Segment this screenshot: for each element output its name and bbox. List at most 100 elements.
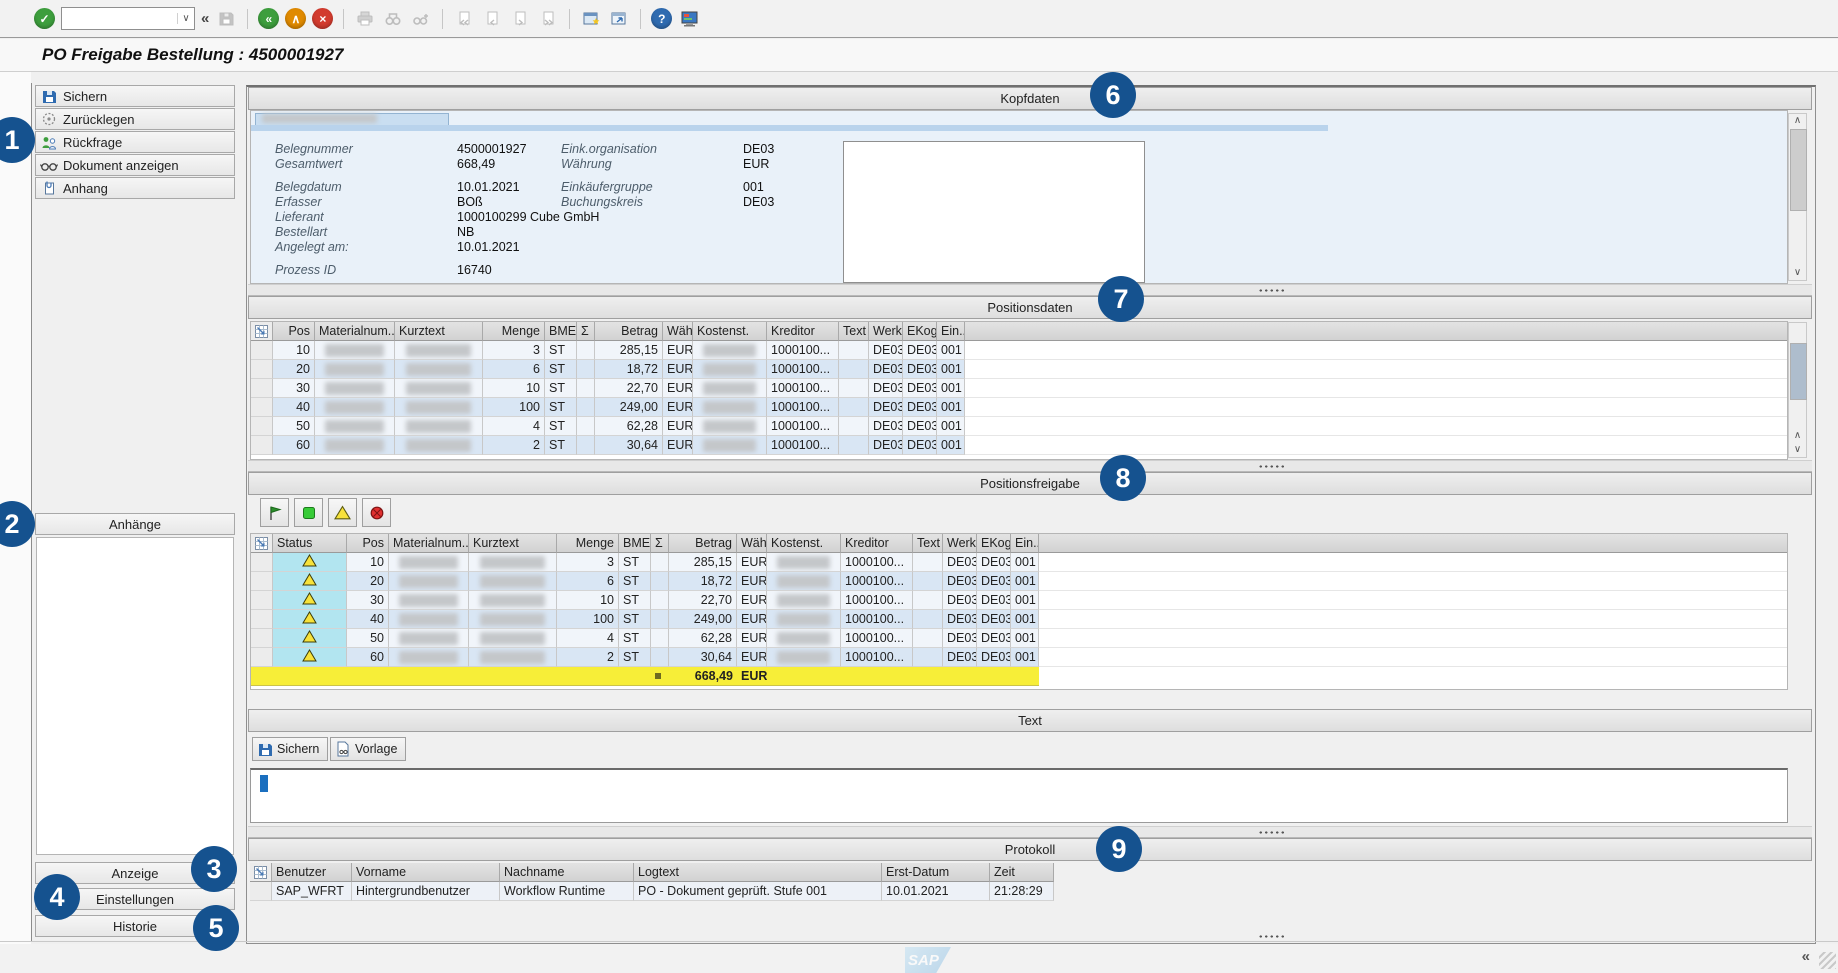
positionsdaten-scrollbar[interactable]: ∧ ∨ xyxy=(1788,322,1807,458)
customize-local-layout-icon[interactable] xyxy=(678,8,700,30)
back-icon[interactable]: « xyxy=(258,8,279,29)
column-header[interactable]: BME xyxy=(545,322,577,341)
table-row[interactable]: 3010ST22,70EUR1000100...DE03DE03001 xyxy=(251,379,1787,398)
cancel-icon[interactable]: × xyxy=(312,8,333,29)
text-template-button[interactable]: Vorlage xyxy=(330,737,406,761)
chevron-down-icon[interactable]: ∨ xyxy=(177,13,194,24)
column-header[interactable]: Pos xyxy=(347,534,389,553)
command-field[interactable]: ∨ xyxy=(61,7,195,30)
table-row[interactable]: 103ST285,15EUR1000100...DE03DE03001 xyxy=(251,553,1787,572)
column-header[interactable]: Text xyxy=(913,534,943,553)
column-header[interactable]: Benutzer xyxy=(272,863,352,882)
row-select-cell[interactable] xyxy=(251,629,273,648)
column-header[interactable]: Kreditor xyxy=(841,534,913,553)
column-header[interactable]: Kostenst. xyxy=(693,322,767,341)
column-header[interactable]: Kostenst. xyxy=(767,534,841,553)
table-row[interactable]: 40100ST249,00EUR1000100...DE03DE03001 xyxy=(251,610,1787,629)
column-header[interactable]: Text xyxy=(839,322,869,341)
select-all-icon[interactable] xyxy=(251,534,273,553)
column-header[interactable]: Vorname xyxy=(352,863,500,882)
collapse-toolbar-icon[interactable]: « xyxy=(201,10,209,27)
table-row[interactable]: 206ST18,72EUR1000100...DE03DE03001 xyxy=(251,572,1787,591)
column-header[interactable]: EKog xyxy=(903,322,937,341)
sidebar-button-sichern[interactable]: Sichern xyxy=(35,85,235,107)
column-header[interactable]: Betrag xyxy=(669,534,737,553)
table-row[interactable]: 504ST62,28EUR1000100...DE03DE03001 xyxy=(251,629,1787,648)
new-session-icon[interactable] xyxy=(580,8,602,30)
cell-pos: 10 xyxy=(347,553,389,572)
column-header[interactable]: Σ xyxy=(577,322,595,341)
resize-grip[interactable] xyxy=(1819,952,1836,969)
table-row[interactable]: 103ST285,15EUR1000100...DE03DE03001 xyxy=(251,341,1787,360)
set-released-icon[interactable] xyxy=(294,498,323,527)
column-header[interactable]: BME xyxy=(619,534,651,553)
splitter-handle[interactable] xyxy=(248,826,1812,838)
table-row[interactable]: 40100ST249,00EUR1000100...DE03DE03001 xyxy=(251,398,1787,417)
column-header[interactable]: Kurztext xyxy=(395,322,483,341)
table-row[interactable]: 504ST62,28EUR1000100...DE03DE03001 xyxy=(251,417,1787,436)
sidebar-button-zur-cklegen[interactable]: Zurücklegen xyxy=(35,108,235,130)
table-row[interactable]: 3010ST22,70EUR1000100...DE03DE03001 xyxy=(251,591,1787,610)
text-save-button[interactable]: Sichern xyxy=(252,737,328,761)
help-icon[interactable]: ? xyxy=(651,8,672,29)
column-header[interactable]: Nachname xyxy=(500,863,634,882)
splitter-handle[interactable] xyxy=(248,284,1812,296)
sidebar-button-dokument-anzeigen[interactable]: Dokument anzeigen xyxy=(35,154,235,176)
column-header[interactable]: Σ xyxy=(651,534,669,553)
release-flag-icon[interactable] xyxy=(260,498,289,527)
row-select-cell[interactable] xyxy=(251,648,273,667)
collapse-panel-icon[interactable]: « xyxy=(1802,948,1810,965)
column-header[interactable]: Pos xyxy=(273,322,315,341)
set-warning-icon[interactable] xyxy=(328,498,357,527)
sidebar-button-r-ckfrage[interactable]: Rückfrage xyxy=(35,131,235,153)
kopfdaten-scrollbar[interactable]: ∧ ∨ xyxy=(1788,113,1807,281)
table-row[interactable]: 206ST18,72EUR1000100...DE03DE03001 xyxy=(251,360,1787,379)
row-select-cell[interactable] xyxy=(251,379,273,398)
header-note-box[interactable] xyxy=(843,141,1145,283)
select-all-icon[interactable] xyxy=(251,322,273,341)
row-select-cell[interactable] xyxy=(251,398,273,417)
row-select-cell[interactable] xyxy=(251,553,273,572)
column-header[interactable]: Wäh xyxy=(663,322,693,341)
column-header[interactable]: Werk xyxy=(869,322,903,341)
column-header[interactable]: Kreditor xyxy=(767,322,839,341)
column-header[interactable]: Materialnum... xyxy=(389,534,469,553)
row-select-cell[interactable] xyxy=(251,436,273,455)
command-input[interactable] xyxy=(62,9,177,28)
select-all-icon[interactable] xyxy=(250,863,272,882)
row-select-cell[interactable] xyxy=(250,882,272,901)
set-rejected-icon[interactable] xyxy=(362,498,391,527)
column-header[interactable]: Materialnum... xyxy=(315,322,395,341)
table-row[interactable]: 602ST30,64EUR1000100...DE03DE03001 xyxy=(251,436,1787,455)
splitter-handle[interactable] xyxy=(248,930,1812,940)
row-select-cell[interactable] xyxy=(251,360,273,379)
text-input-area[interactable] xyxy=(250,768,1788,823)
row-select-cell[interactable] xyxy=(251,591,273,610)
attachment-list[interactable] xyxy=(36,537,234,855)
column-header[interactable]: Logtext xyxy=(634,863,882,882)
column-header[interactable]: Menge xyxy=(557,534,619,553)
attachments-header-button[interactable]: Anhänge xyxy=(35,513,235,535)
exit-icon[interactable]: ∧ xyxy=(285,8,306,29)
continue-icon[interactable]: ✓ xyxy=(34,8,55,29)
column-header[interactable]: Erst-Datum xyxy=(882,863,990,882)
column-header[interactable]: Status xyxy=(273,534,347,553)
row-select-cell[interactable] xyxy=(251,610,273,629)
column-header[interactable]: Menge xyxy=(483,322,545,341)
splitter-handle[interactable] xyxy=(248,460,1812,472)
create-shortcut-icon[interactable] xyxy=(608,8,630,30)
column-header[interactable]: Ein... xyxy=(937,322,965,341)
column-header[interactable]: Wäh xyxy=(737,534,767,553)
table-row[interactable]: 602ST30,64EUR1000100...DE03DE03001 xyxy=(251,648,1787,667)
column-header[interactable]: Zeit xyxy=(990,863,1054,882)
column-header[interactable]: Betrag xyxy=(595,322,663,341)
column-header[interactable]: Werk xyxy=(943,534,977,553)
table-row[interactable]: SAP_WFRTHintergrundbenutzerWorkflow Runt… xyxy=(250,882,1788,901)
column-header[interactable]: Ein... xyxy=(1011,534,1039,553)
column-header[interactable]: Kurztext xyxy=(469,534,557,553)
row-select-cell[interactable] xyxy=(251,417,273,436)
sidebar-button-anhang[interactable]: Anhang xyxy=(35,177,235,199)
column-header[interactable]: EKog xyxy=(977,534,1011,553)
row-select-cell[interactable] xyxy=(251,572,273,591)
row-select-cell[interactable] xyxy=(251,341,273,360)
